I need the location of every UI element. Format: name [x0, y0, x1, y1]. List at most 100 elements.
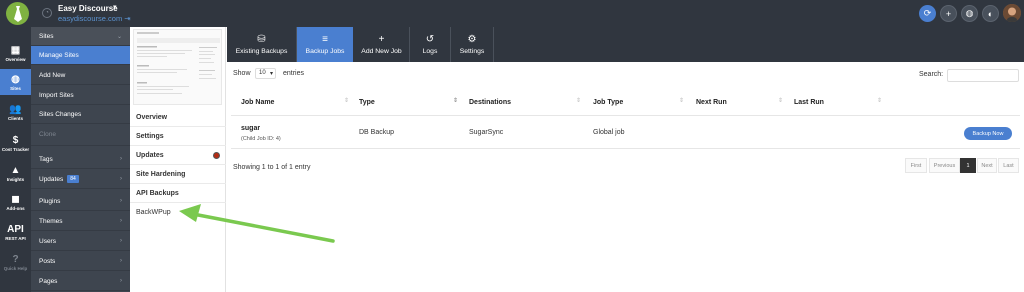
- tab-divider: [493, 27, 494, 62]
- job-name-cell: sugar: [241, 125, 261, 132]
- site-menu-settings[interactable]: Settings: [130, 127, 226, 146]
- col-header-next-run[interactable]: Next Run: [696, 99, 727, 106]
- search-label: Search:: [919, 71, 944, 78]
- dollar-icon: $: [12, 134, 19, 146]
- add-ons-icon: ◼: [11, 193, 20, 205]
- submenu-themes[interactable]: Themes ›: [31, 212, 130, 231]
- nav-overview[interactable]: ▦ Overview: [0, 40, 31, 66]
- chevron-right-icon: ›: [120, 156, 122, 162]
- pagination-last[interactable]: Last: [998, 158, 1019, 173]
- site-title[interactable]: Easy Discourse: [58, 4, 118, 13]
- chevron-right-icon: ›: [120, 278, 122, 284]
- app-logo[interactable]: [6, 2, 29, 25]
- plus-icon: +: [378, 34, 385, 45]
- col-header-type[interactable]: Type: [359, 99, 375, 106]
- site-url-link[interactable]: easydiscourse.com ⇥: [58, 14, 131, 23]
- chevron-right-icon: ›: [120, 218, 122, 224]
- sites-submenu: Sites ⌄ Manage Sites Add New Import Sites…: [31, 27, 130, 292]
- chevron-down-icon: ⌄: [116, 33, 122, 40]
- col-header-job-name[interactable]: Job Name: [241, 99, 274, 106]
- submenu-add-new[interactable]: Add New: [31, 66, 130, 85]
- site-menu-api-backups[interactable]: API Backups: [130, 184, 226, 203]
- site-screenshot-thumbnail[interactable]: [133, 29, 222, 105]
- nav-clients[interactable]: 👥 Clients: [0, 99, 31, 125]
- backup-now-button[interactable]: Backup Now: [964, 127, 1012, 140]
- login-icon: ⇥: [124, 14, 131, 23]
- table-summary: Showing 1 to 1 of 1 entry: [233, 164, 311, 171]
- entries-label: entries: [283, 70, 305, 77]
- search-input[interactable]: [947, 69, 1019, 82]
- submenu-head-sites[interactable]: Sites ⌄: [31, 27, 130, 46]
- submenu-users[interactable]: Users ›: [31, 232, 130, 251]
- tab-backup-jobs[interactable]: ≡ Backup Jobs: [297, 27, 353, 62]
- site-menu-backwpup[interactable]: BackWPup: [130, 203, 226, 222]
- globe-icon: ◍: [11, 73, 20, 85]
- chevron-right-icon: ›: [120, 176, 122, 182]
- tab-existing-backups[interactable]: ⛁ Existing Backups: [227, 27, 296, 62]
- main-nav-rail: ▦ Overview ◍ Sites 👥 Clients $ Cost Tracker …: [0, 27, 31, 292]
- sort-icon[interactable]: ⇕: [679, 97, 684, 104]
- nav-cost-tracker[interactable]: $ Cost Tracker: [0, 130, 31, 156]
- pagination-page-1[interactable]: 1: [960, 158, 976, 173]
- palette-button[interactable]: ◐: [982, 5, 999, 22]
- updates-alert-dot: [213, 152, 220, 159]
- chevron-right-icon: ›: [120, 198, 122, 204]
- sync-button[interactable]: ⟳: [919, 5, 936, 22]
- history-icon: ↺: [425, 34, 435, 45]
- sort-icon[interactable]: ⇕: [576, 97, 581, 104]
- api-icon: API: [7, 223, 24, 235]
- tab-add-new-job[interactable]: + Add New Job: [354, 27, 409, 62]
- site-switcher-caret-icon[interactable]: ▾: [113, 3, 117, 11]
- site-menu-updates[interactable]: Updates: [130, 146, 226, 165]
- tie-icon: [13, 5, 22, 22]
- sort-icon[interactable]: ⇕: [877, 97, 882, 104]
- submenu-manage-sites[interactable]: Manage Sites: [31, 46, 130, 65]
- sort-icon[interactable]: ⇕: [344, 97, 349, 104]
- submenu-sites-changes[interactable]: Sites Changes: [31, 105, 130, 124]
- submenu-posts[interactable]: Posts ›: [31, 252, 130, 271]
- col-header-job-type[interactable]: Job Type: [593, 99, 623, 106]
- row-divider: [231, 148, 1020, 149]
- nav-quick-help[interactable]: ? Quick Help: [0, 249, 31, 275]
- tab-settings[interactable]: ⚙ Settings: [451, 27, 493, 62]
- add-button[interactable]: +: [940, 5, 957, 22]
- pagination-previous[interactable]: Previous: [929, 158, 960, 173]
- nav-rest-api[interactable]: API REST API: [0, 219, 31, 245]
- destinations-cell: SugarSync: [469, 129, 504, 136]
- site-thumbnail-image: [137, 32, 220, 94]
- site-menu-site-hardening[interactable]: Site Hardening: [130, 165, 226, 184]
- pagination-first[interactable]: First: [905, 158, 927, 173]
- user-avatar[interactable]: [1003, 4, 1021, 22]
- submenu-plugins[interactable]: Plugins ›: [31, 192, 130, 211]
- sort-icon[interactable]: ⇕: [778, 97, 783, 104]
- backup-jobs-content: Show 10 ▾ entries Search: Job Name ⇕ Type…: [227, 62, 1024, 292]
- submenu-clone: Clone: [31, 124, 130, 146]
- submenu-updates[interactable]: Updates 84 ›: [31, 170, 130, 189]
- top-bar: ◔ Easy Discourse ▾ easydiscourse.com ⇥ ⟳…: [0, 0, 1024, 27]
- backup-jobs-icon: ≡: [322, 34, 328, 45]
- pagination-next[interactable]: Next: [977, 158, 997, 173]
- page-size-select[interactable]: 10 ▾: [255, 68, 276, 79]
- nav-add-ons[interactable]: ◼ Add-ons: [0, 189, 31, 215]
- backups-icon: ⛁: [257, 34, 266, 45]
- col-header-last-run[interactable]: Last Run: [794, 99, 824, 106]
- clients-icon: 👥: [9, 103, 22, 115]
- globe-button[interactable]: ◍: [961, 5, 978, 22]
- nav-sites[interactable]: ◍ Sites: [0, 69, 31, 95]
- tab-logs[interactable]: ↺ Logs: [410, 27, 450, 62]
- updates-count-badge: 84: [67, 175, 79, 183]
- site-status-icon[interactable]: ◔: [42, 8, 52, 18]
- submenu-pages[interactable]: Pages ›: [31, 272, 130, 291]
- submenu-import-sites[interactable]: Import Sites: [31, 86, 130, 105]
- site-menu-overview[interactable]: Overview: [130, 108, 226, 127]
- nav-insights[interactable]: ▲ Insights: [0, 160, 31, 186]
- header-divider: [231, 115, 1020, 116]
- chevron-right-icon: ›: [120, 258, 122, 264]
- job-type-cell: Global job: [593, 129, 625, 136]
- col-header-destinations[interactable]: Destinations: [469, 99, 511, 106]
- submenu-tags[interactable]: Tags ›: [31, 150, 130, 169]
- chevron-right-icon: ›: [120, 238, 122, 244]
- sort-asc-icon[interactable]: ⇕: [453, 97, 458, 104]
- help-icon: ?: [12, 253, 19, 265]
- grid-icon: ▦: [10, 44, 21, 56]
